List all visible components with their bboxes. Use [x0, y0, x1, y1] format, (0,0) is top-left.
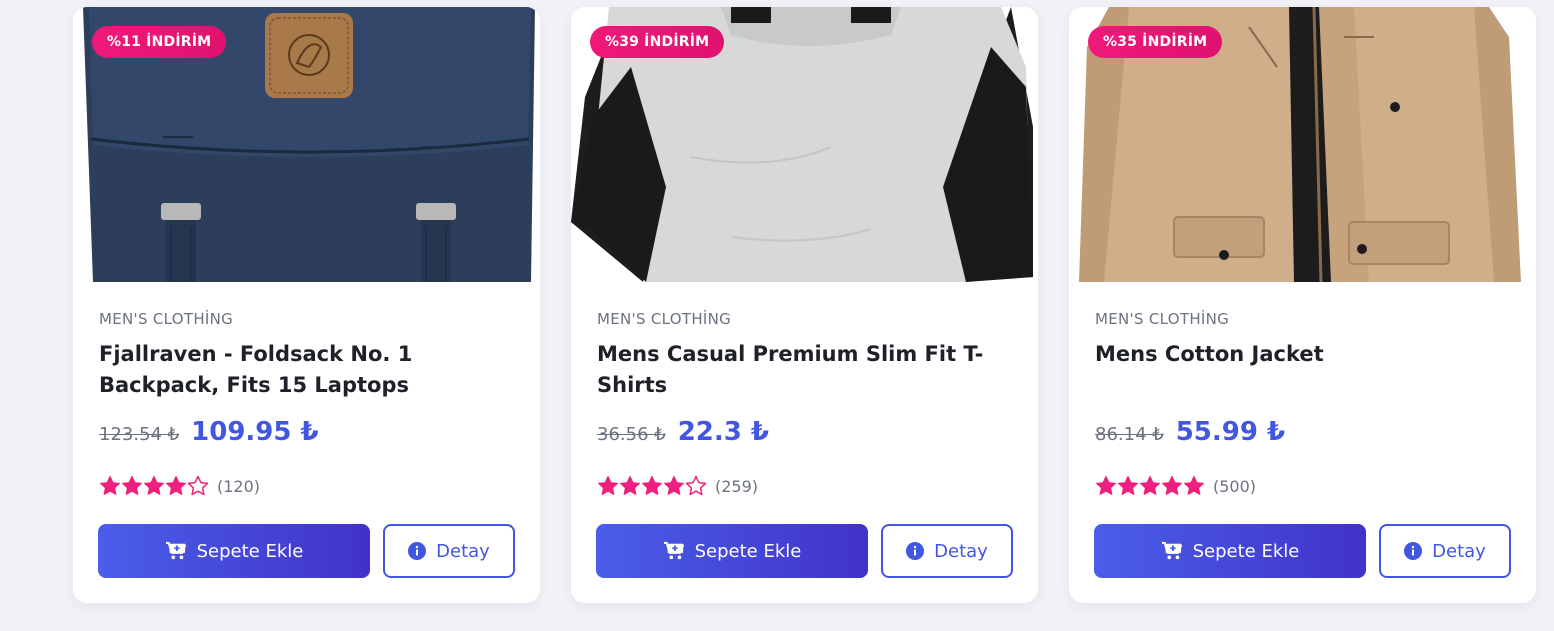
detail-button[interactable]: Detay — [383, 524, 515, 578]
discount-badge: %35 İNDİRİM — [1088, 26, 1223, 58]
product-card: %39 İNDİRİM MEN'S CLOTHİNG Mens Casual P… — [571, 7, 1038, 603]
info-icon — [408, 542, 427, 560]
star-filled-icon — [620, 476, 640, 495]
rating: (120) — [99, 475, 260, 497]
star-filled-icon — [664, 476, 684, 495]
discount-badge: %39 İNDİRİM — [590, 26, 725, 58]
product-title[interactable]: Mens Casual Premium Slim Fit T-Shirts — [597, 339, 1017, 401]
rating: (500) — [1095, 475, 1256, 497]
info-icon — [1404, 542, 1423, 560]
add-to-cart-button[interactable]: Sepete Ekle — [98, 524, 370, 578]
price-row: 36.56 ₺ 22.3 ₺ — [597, 417, 769, 447]
price-row: 86.14 ₺ 55.99 ₺ — [1095, 417, 1285, 447]
detail-label: Detay — [1432, 540, 1486, 562]
star-rating — [597, 475, 707, 497]
product-title[interactable]: Fjallraven - Foldsack No. 1 Backpack, Fi… — [99, 339, 519, 401]
product-image[interactable]: %39 İNDİRİM — [571, 7, 1038, 282]
old-price: 36.56 ₺ — [597, 424, 666, 445]
star-filled-icon — [100, 476, 120, 495]
detail-button[interactable]: Detay — [1379, 524, 1511, 578]
add-to-cart-label: Sepete Ekle — [196, 540, 304, 562]
star-rating — [99, 475, 209, 497]
star-rating — [1095, 475, 1205, 497]
star-empty-icon — [685, 475, 707, 496]
cart-plus-icon — [663, 541, 684, 560]
product-image[interactable]: %11 İNDİRİM — [73, 7, 540, 282]
star-filled-icon — [1118, 476, 1138, 495]
detail-button[interactable]: Detay — [881, 524, 1013, 578]
review-count: (259) — [715, 476, 759, 496]
star-filled-icon — [144, 476, 164, 495]
discount-badge: %11 İNDİRİM — [92, 26, 227, 58]
cart-plus-icon — [1161, 541, 1182, 560]
old-price: 123.54 ₺ — [99, 424, 180, 445]
product-title[interactable]: Mens Cotton Jacket — [1095, 339, 1515, 370]
product-image[interactable]: %35 İNDİRİM — [1069, 7, 1536, 282]
detail-label: Detay — [436, 540, 490, 562]
review-count: (500) — [1213, 476, 1257, 496]
cart-plus-icon — [165, 541, 186, 560]
add-to-cart-button[interactable]: Sepete Ekle — [596, 524, 868, 578]
rating: (259) — [597, 475, 758, 497]
new-price: 55.99 ₺ — [1175, 417, 1286, 447]
star-filled-icon — [642, 476, 662, 495]
price-row: 123.54 ₺ 109.95 ₺ — [99, 417, 319, 447]
star-filled-icon — [1096, 476, 1116, 495]
star-filled-icon — [1184, 476, 1204, 495]
add-to-cart-button[interactable]: Sepete Ekle — [1094, 524, 1366, 578]
star-filled-icon — [122, 476, 142, 495]
star-empty-icon — [187, 475, 209, 496]
review-count: (120) — [217, 476, 261, 496]
star-filled-icon — [1162, 476, 1182, 495]
product-category: MEN'S CLOTHİNG — [99, 310, 234, 328]
new-price: 109.95 ₺ — [191, 417, 319, 447]
star-filled-icon — [598, 476, 618, 495]
product-category: MEN'S CLOTHİNG — [597, 310, 732, 328]
product-category: MEN'S CLOTHİNG — [1095, 310, 1230, 328]
product-card: %35 İNDİRİM MEN'S CLOTHİNG Mens Cotton J… — [1069, 7, 1536, 603]
star-filled-icon — [1140, 476, 1160, 495]
new-price: 22.3 ₺ — [677, 417, 770, 447]
old-price: 86.14 ₺ — [1095, 424, 1164, 445]
info-icon — [906, 542, 925, 560]
detail-label: Detay — [934, 540, 988, 562]
add-to-cart-label: Sepete Ekle — [1192, 540, 1300, 562]
add-to-cart-label: Sepete Ekle — [694, 540, 802, 562]
star-filled-icon — [166, 476, 186, 495]
product-card: %11 İNDİRİM MEN'S CLOTHİNG Fjallraven - … — [73, 7, 540, 603]
